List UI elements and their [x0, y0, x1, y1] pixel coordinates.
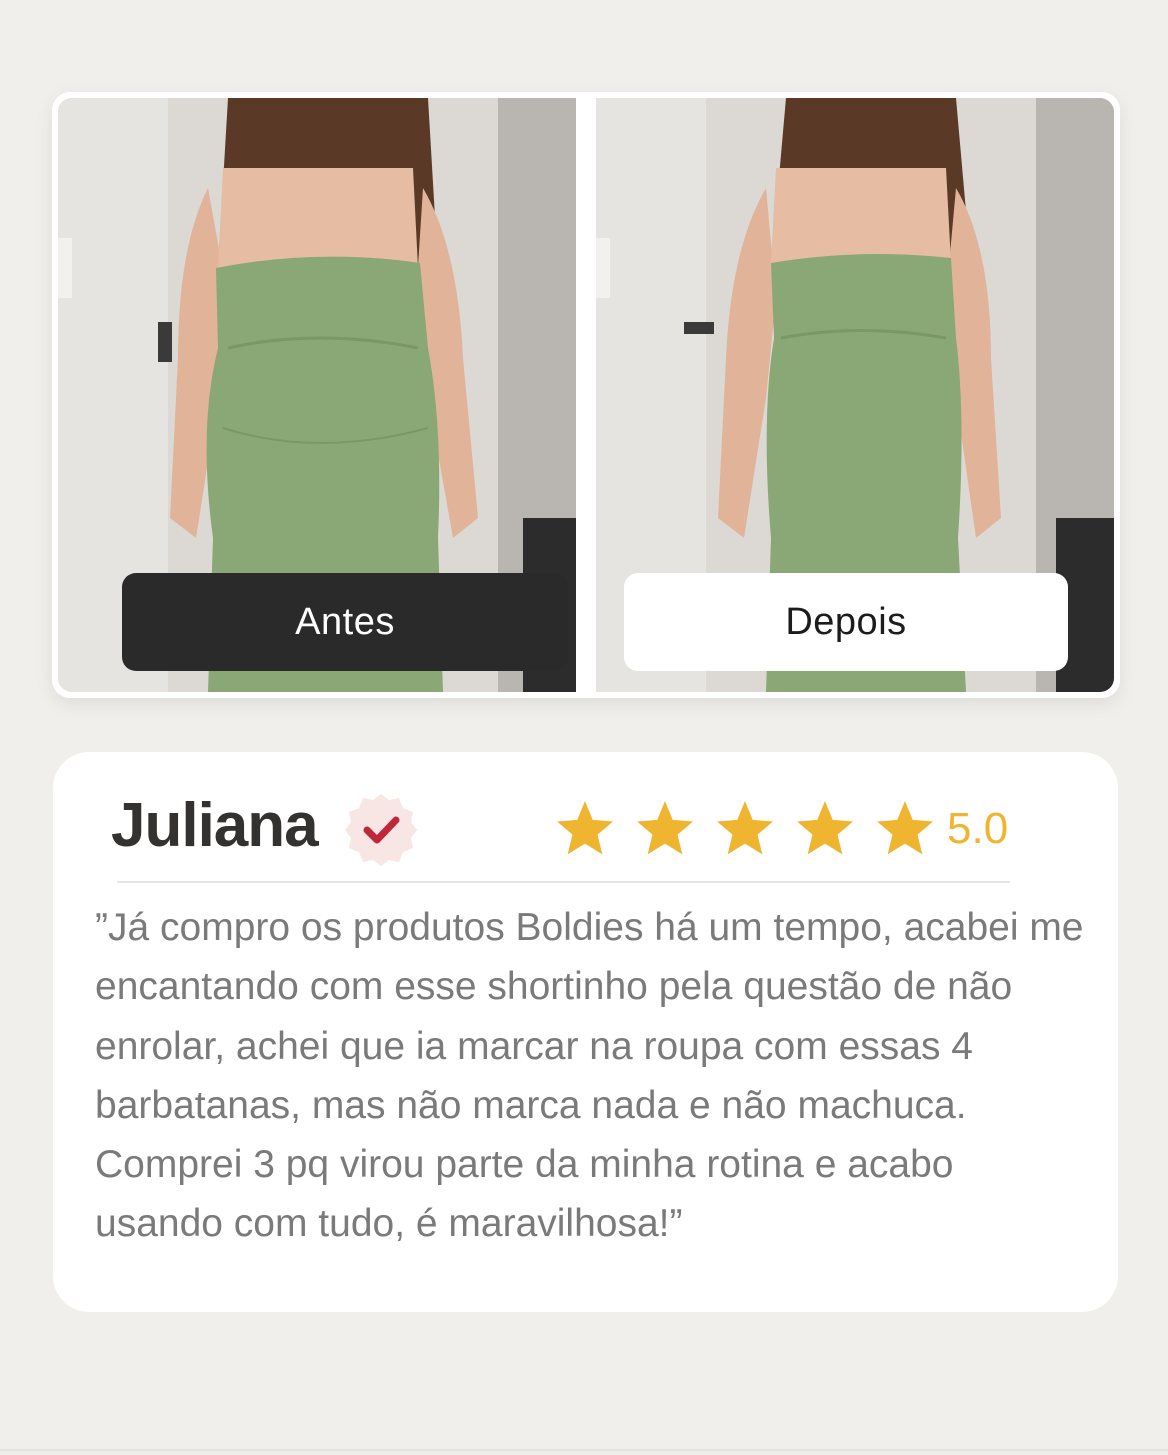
after-photo: Depois [596, 98, 1114, 692]
star-icon [637, 801, 693, 855]
before-photo: Antes [58, 98, 576, 692]
star-rating: 5.0 [553, 792, 1008, 866]
star-icon [877, 801, 933, 855]
after-label: Depois [624, 573, 1068, 671]
verified-check-icon [343, 790, 419, 866]
review-text: ”Já compro os produtos Boldies há um tem… [95, 906, 1084, 1246]
reviewer-name: Juliana [111, 791, 319, 860]
bottom-divider [0, 1449, 1168, 1451]
review-card: Juliana 5.0 ”Já compro os produtos Boldi… [53, 752, 1118, 1312]
star-icon [717, 801, 773, 855]
divider [117, 881, 1010, 883]
star-icon [797, 801, 853, 855]
rating-value: 5.0 [947, 804, 1009, 853]
before-label: Antes [122, 573, 568, 671]
star-icon [557, 801, 613, 855]
before-after-card: Antes Depois [52, 92, 1120, 698]
